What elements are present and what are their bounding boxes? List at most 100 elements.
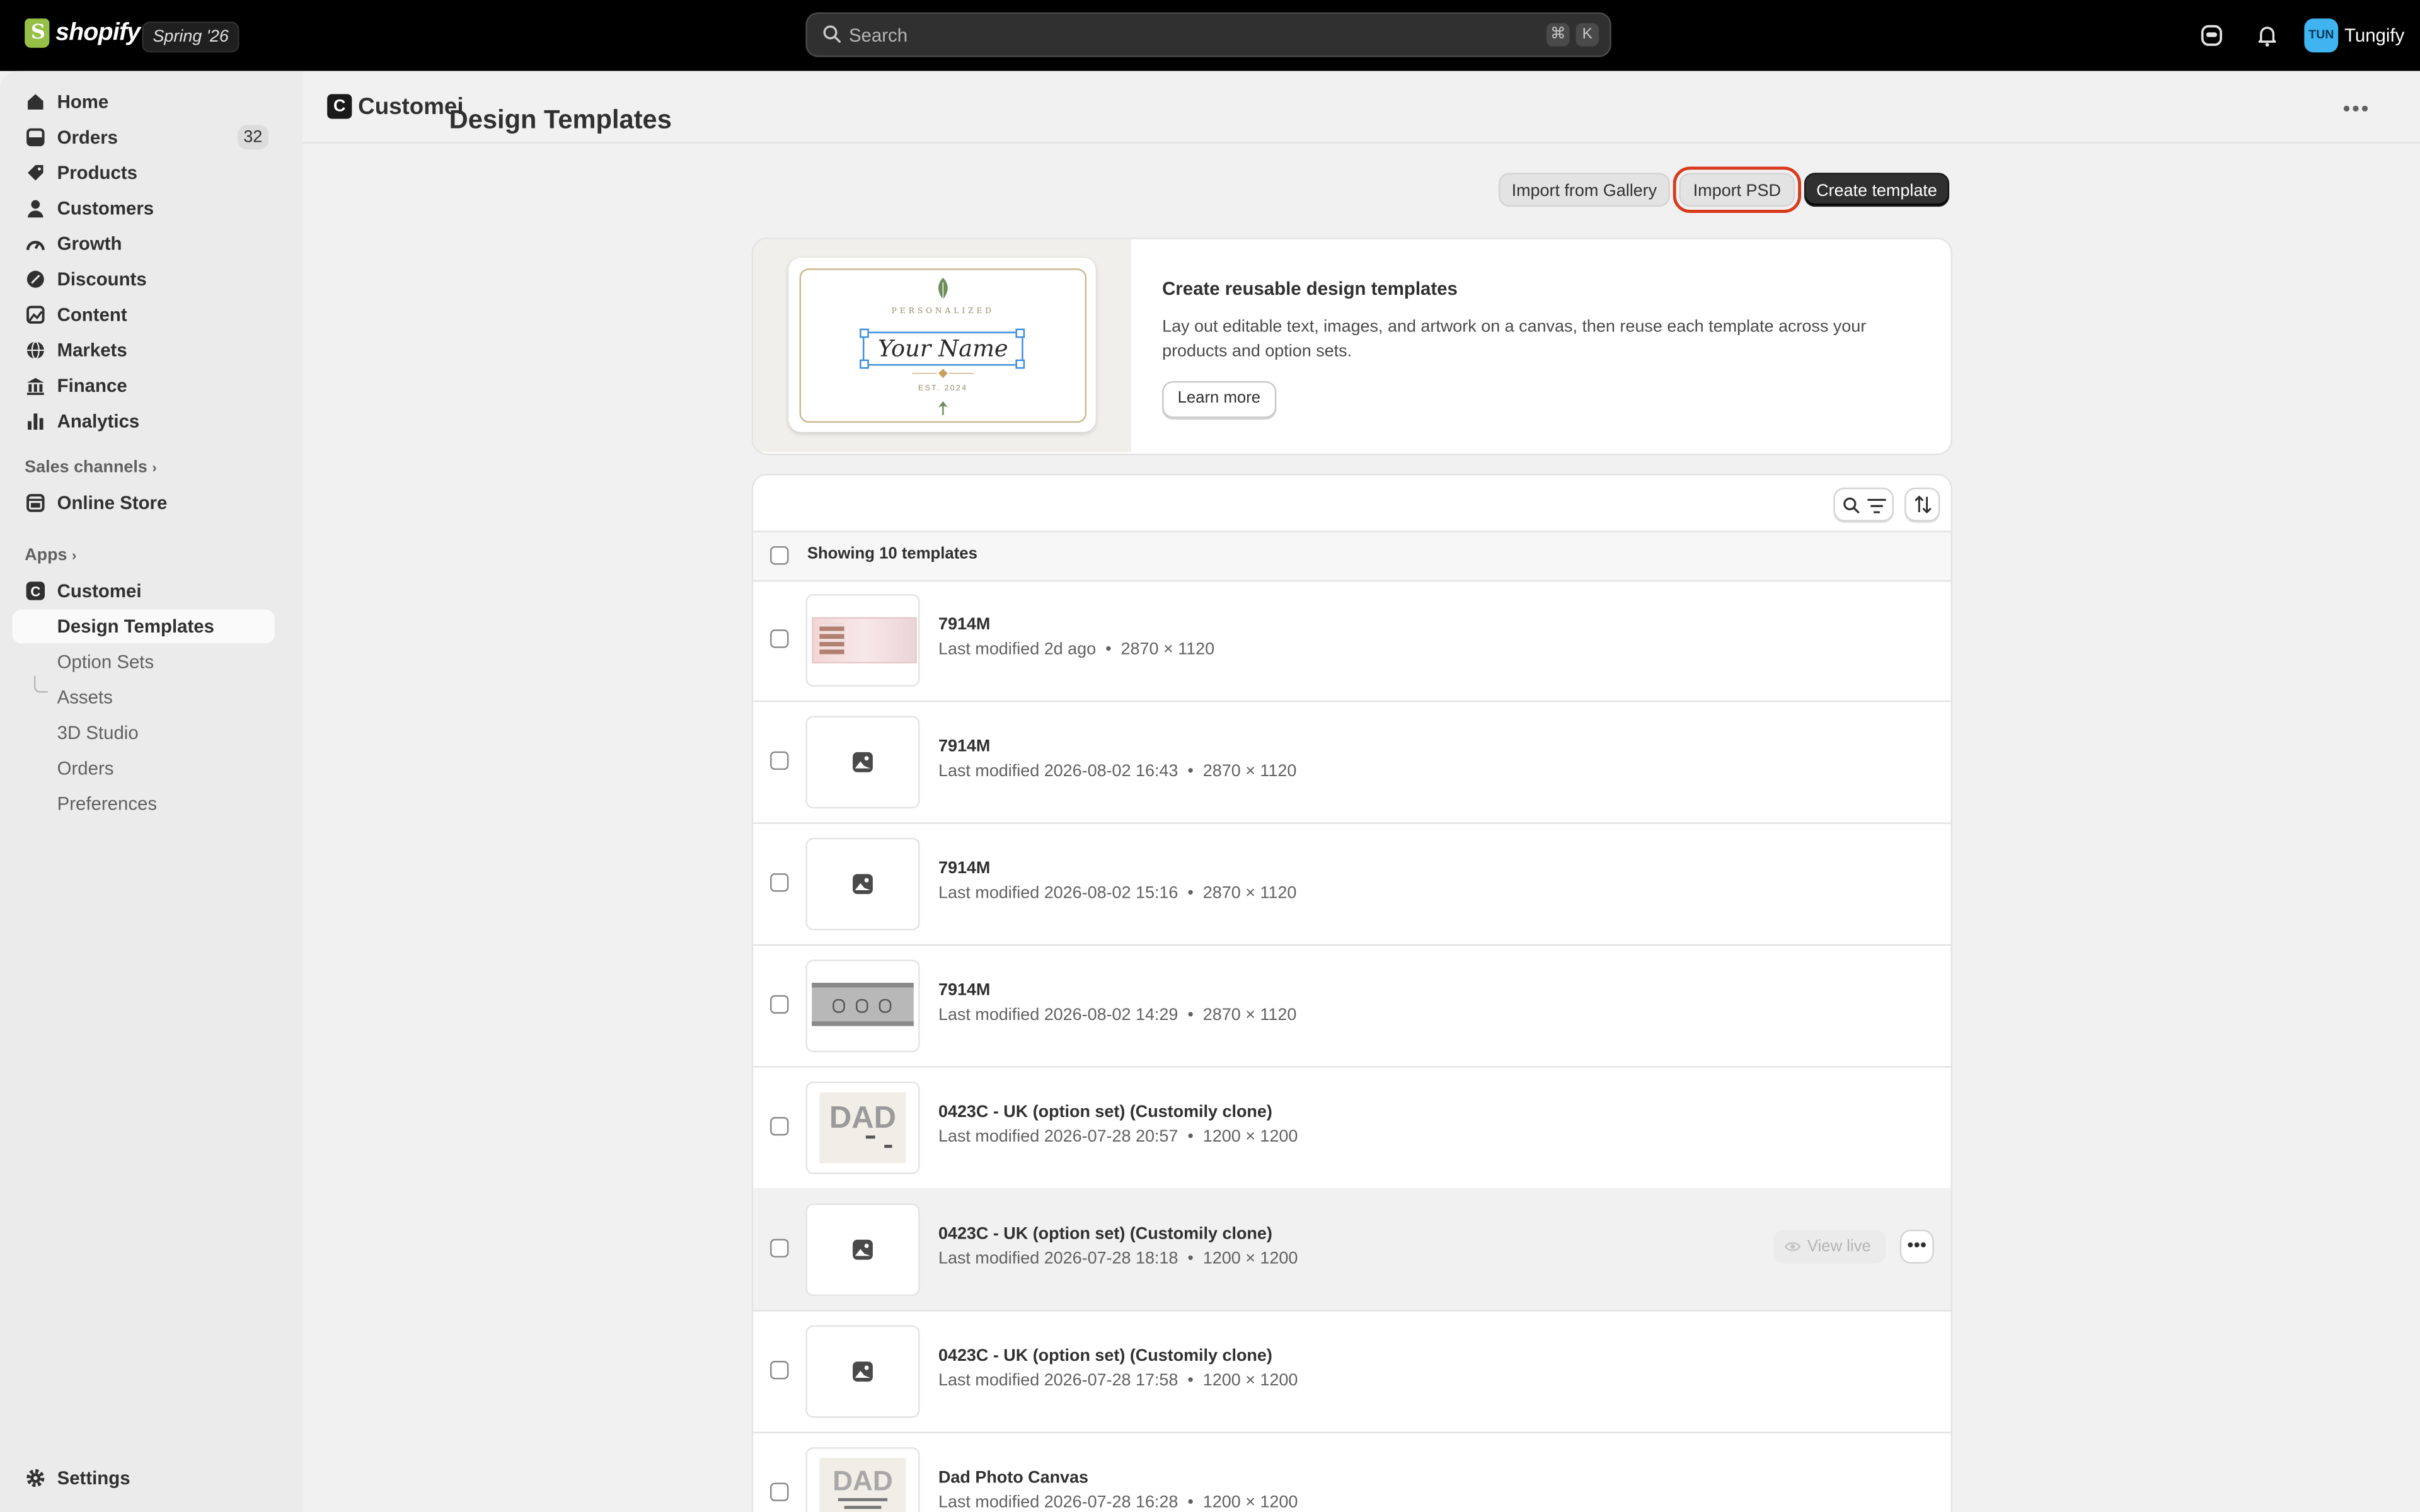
template-meta: Last modified 2026-08-02 14:29 • 2870 × … bbox=[938, 1005, 1297, 1025]
template-name[interactable]: 7914M bbox=[938, 859, 990, 878]
row-checkbox[interactable] bbox=[770, 1239, 789, 1257]
sidebar-item-label: Content bbox=[57, 304, 127, 326]
image-placeholder-icon bbox=[853, 1239, 873, 1260]
row-checkbox[interactable] bbox=[770, 751, 789, 770]
template-name[interactable]: 7914M bbox=[938, 616, 990, 634]
sales-channels-header[interactable]: Sales channels › bbox=[25, 458, 157, 476]
sidebar-item-settings[interactable]: Settings bbox=[13, 1461, 275, 1495]
modified-date: Last modified 2026-08-02 14:29 bbox=[938, 1005, 1178, 1025]
row-checkbox[interactable] bbox=[770, 629, 789, 648]
template-name[interactable]: 7914M bbox=[938, 738, 990, 756]
learn-more-button[interactable]: Learn more bbox=[1162, 381, 1276, 418]
row-checkbox[interactable] bbox=[770, 1117, 789, 1136]
sidebar-item-customei[interactable]: C Customei bbox=[13, 574, 275, 608]
import-from-gallery-button[interactable]: Import from Gallery bbox=[1498, 173, 1670, 207]
sidebar-item-orders[interactable]: Orders 32 bbox=[13, 120, 275, 154]
home-icon bbox=[28, 94, 43, 110]
create-template-button[interactable]: Create template bbox=[1804, 173, 1950, 207]
template-name[interactable]: 0423C - UK (option set) (Customily clone… bbox=[938, 1347, 1272, 1365]
sidebar-item-label: Home bbox=[57, 91, 109, 113]
shortcut-k-key: K bbox=[1576, 23, 1599, 47]
apps-header[interactable]: Apps › bbox=[25, 546, 76, 564]
shopify-logo[interactable]: shopify bbox=[25, 18, 141, 48]
sidebar-subitem-label: Option Sets bbox=[57, 651, 154, 673]
resize-handle bbox=[1015, 328, 1025, 338]
template-name[interactable]: 7914M bbox=[938, 982, 990, 1000]
sidebar-subitem-option-sets[interactable]: Option Sets bbox=[13, 645, 275, 679]
sidebar-item-customers[interactable]: Customers bbox=[13, 192, 275, 226]
table-row[interactable]: 7914M Last modified 2026-08-02 14:29 • 2… bbox=[753, 944, 1951, 1068]
table-row[interactable]: 0423C - UK (option set) (Customily clone… bbox=[753, 1310, 1951, 1434]
app-title: Customei bbox=[358, 94, 464, 121]
row-checkbox[interactable] bbox=[770, 995, 789, 1014]
import-psd-button[interactable]: Import PSD bbox=[1673, 166, 1801, 213]
more-actions-icon[interactable]: ••• bbox=[2343, 96, 2370, 120]
row-checkbox[interactable] bbox=[770, 1482, 789, 1501]
template-size: 2870 × 1120 bbox=[1202, 762, 1297, 781]
sidebar-item-label: Discounts bbox=[57, 268, 147, 290]
search-filter-button[interactable] bbox=[1833, 487, 1894, 522]
sidebar-item-analytics[interactable]: Analytics bbox=[13, 404, 275, 438]
sidebar-item-label: Growth bbox=[57, 232, 122, 255]
sidebar-item-label: Customei bbox=[57, 580, 142, 602]
row-more-actions-button[interactable]: ••• bbox=[1899, 1229, 1934, 1264]
row-checkbox[interactable] bbox=[770, 873, 789, 892]
sidebar-subitem-orders[interactable]: Orders bbox=[13, 752, 275, 786]
sidebar-subitem-design-templates[interactable]: Design Templates bbox=[12, 609, 275, 644]
sidebar-item-finance[interactable]: Finance bbox=[13, 369, 275, 403]
template-name[interactable]: 0423C - UK (option set) (Customily clone… bbox=[938, 1103, 1272, 1121]
sidebar-item-growth[interactable]: Growth bbox=[13, 227, 275, 261]
template-size: 1200 × 1200 bbox=[1202, 1493, 1298, 1512]
search-bar[interactable]: Search ⌘ K bbox=[805, 12, 1611, 57]
sidebar-item-home[interactable]: Home bbox=[13, 85, 275, 119]
template-thumbnail bbox=[805, 837, 920, 931]
table-row[interactable]: 7914M Last modified 2d ago • 2870 × 1120 bbox=[753, 578, 1951, 702]
thumb-figures bbox=[819, 623, 844, 655]
sidebar-item-products[interactable]: Products bbox=[13, 156, 275, 190]
table-row[interactable]: 0423C - UK (option set) (Customily clone… bbox=[753, 1188, 1951, 1312]
sidebar-item-label: Settings bbox=[57, 1467, 130, 1489]
sidebar-item-discounts[interactable]: Discounts bbox=[13, 262, 275, 296]
dad-letters-icon: DAD bbox=[833, 1466, 893, 1509]
template-name[interactable]: Dad Photo Canvas bbox=[938, 1469, 1088, 1487]
sidebar-item-content[interactable]: Content bbox=[13, 298, 275, 332]
sidebar: Home Orders 32 Products Customers Growth… bbox=[0, 71, 303, 1512]
template-name[interactable]: 0423C - UK (option set) (Customily clone… bbox=[938, 1225, 1272, 1243]
sidebar-item-markets[interactable]: Markets bbox=[13, 333, 275, 367]
customei-logo-icon: C bbox=[327, 94, 352, 119]
frame-shapes-icon bbox=[833, 999, 892, 1013]
template-thumbnail bbox=[805, 1203, 920, 1297]
search-icon bbox=[823, 25, 841, 43]
table-row[interactable]: 7914M Last modified 2026-08-02 16:43 • 2… bbox=[753, 701, 1951, 824]
template-thumbnail bbox=[805, 716, 920, 809]
row-checkbox[interactable] bbox=[770, 1361, 789, 1380]
sidebar-item-online-store[interactable]: Online Store bbox=[13, 486, 275, 520]
sort-button[interactable] bbox=[1904, 487, 1940, 522]
template-size: 1200 × 1200 bbox=[1202, 1128, 1298, 1147]
template-meta: Last modified 2026-07-28 16:28 • 1200 × … bbox=[938, 1493, 1298, 1512]
select-all-checkbox[interactable] bbox=[770, 546, 789, 565]
dad-letters-icon: DAD bbox=[829, 1101, 896, 1148]
sidebar-subitem-3d-studio[interactable]: 3D Studio bbox=[13, 716, 275, 750]
template-thumbnail bbox=[805, 593, 920, 687]
table-row[interactable]: DAD 0423C - UK (option set) (Customily c… bbox=[753, 1066, 1951, 1190]
templates-list: Showing 10 templates 7914M Last modified… bbox=[751, 473, 1952, 1512]
avatar[interactable]: TUN bbox=[2304, 18, 2339, 53]
sidebar-subitem-assets[interactable]: Assets bbox=[13, 680, 275, 714]
page-title: Design Templates bbox=[449, 105, 672, 135]
preview-name-text: Your Name bbox=[862, 331, 1023, 366]
view-live-button[interactable]: View live bbox=[1773, 1229, 1886, 1264]
svg-text:DAD: DAD bbox=[833, 1466, 893, 1497]
sidebar-subitem-preferences[interactable]: Preferences bbox=[13, 787, 275, 821]
template-size: 1200 × 1200 bbox=[1202, 1249, 1298, 1269]
template-meta: Last modified 2026-07-28 20:57 • 1200 × … bbox=[938, 1128, 1298, 1147]
bell-icon[interactable] bbox=[2254, 21, 2281, 49]
sidekick-icon[interactable] bbox=[2198, 21, 2225, 49]
season-badge[interactable]: Spring '26 bbox=[142, 21, 240, 53]
modified-date: Last modified 2026-07-28 16:28 bbox=[938, 1493, 1178, 1512]
modified-date: Last modified 2026-07-28 20:57 bbox=[938, 1128, 1178, 1147]
table-row[interactable]: DAD Dad Photo Canvas Last modified 2026-… bbox=[753, 1432, 1950, 1512]
image-placeholder-icon bbox=[853, 752, 873, 772]
store-name[interactable]: Tungify bbox=[2344, 25, 2404, 46]
table-row[interactable]: 7914M Last modified 2026-08-02 15:16 • 2… bbox=[753, 822, 1951, 946]
